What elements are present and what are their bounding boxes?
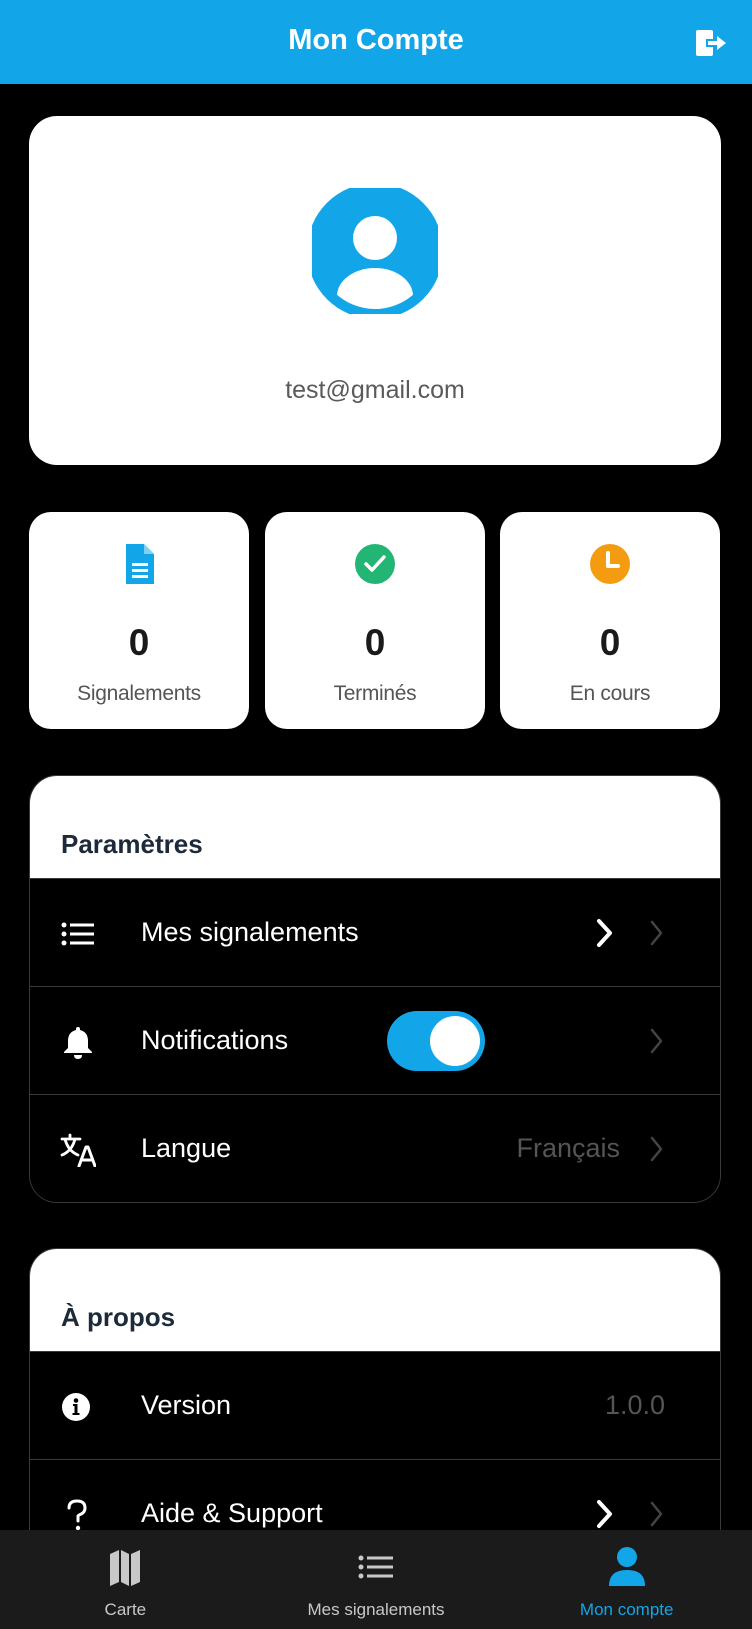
about-header: À propos (30, 1249, 720, 1351)
chevron-right-icon (597, 1500, 612, 1528)
person-icon (608, 1547, 645, 1586)
chevron-right-icon (650, 1028, 663, 1054)
stat-value: 0 (364, 622, 386, 663)
tab-label: Mon compte (579, 1600, 674, 1619)
chevron-right-icon (650, 1136, 663, 1162)
chevron-right-icon (597, 919, 612, 947)
page-title: Mon Compte (288, 24, 464, 56)
logout-icon[interactable] (694, 28, 728, 58)
user-avatar-icon (312, 188, 438, 314)
settings-item-label: Notifications (141, 1025, 289, 1055)
translate-icon (60, 1133, 96, 1167)
stat-card-en-cours: 0 En cours (500, 512, 720, 729)
settings-item-label: Mes signalements (141, 917, 359, 947)
user-email: test@gmail.com (285, 376, 465, 404)
section-title: À propos (61, 1302, 176, 1332)
chevron-right-icon (650, 920, 663, 946)
document-icon (126, 544, 154, 584)
info-icon (62, 1393, 90, 1421)
about-item-label: Aide & Support (141, 1498, 323, 1528)
app-header: Mon Compte (0, 0, 752, 84)
section-title: Paramètres (61, 829, 203, 859)
tab-label: Mes signalements (307, 1600, 445, 1619)
tab-label: Carte (104, 1600, 147, 1619)
stat-label: Terminés (333, 682, 417, 705)
help-icon (67, 1499, 87, 1531)
chevron-right-icon (650, 1501, 663, 1527)
settings-card: Paramètres Mes signalements Notification… (29, 775, 721, 1203)
bottom-tab-bar: Carte Mes signalements Mon compte (0, 1530, 752, 1629)
stat-value: 0 (128, 622, 150, 663)
stat-label: En cours (569, 682, 651, 705)
profile-card: test@gmail.com (29, 116, 721, 465)
bell-icon (64, 1027, 92, 1059)
list-icon (358, 1555, 393, 1579)
settings-header: Paramètres (30, 776, 720, 878)
clock-icon (590, 544, 630, 584)
language-value: Français (516, 1133, 620, 1163)
stat-card-termines: 0 Terminés (265, 512, 485, 729)
tab-mon-compte[interactable]: Mon compte (501, 1530, 752, 1629)
list-icon (61, 922, 94, 946)
settings-item-notifications[interactable]: Notifications (30, 986, 720, 1094)
tab-carte[interactable]: Carte (0, 1530, 251, 1629)
settings-item-langue[interactable]: Langue Français (30, 1094, 720, 1202)
settings-item-label: Langue (141, 1133, 232, 1163)
stat-card-signalements: 0 Signalements (29, 512, 249, 729)
map-icon (110, 1550, 141, 1586)
about-item-version: Version 1.0.0 (30, 1351, 720, 1459)
check-circle-icon (355, 544, 395, 584)
notifications-toggle[interactable] (387, 1011, 485, 1071)
settings-item-mes-signalements[interactable]: Mes signalements (30, 878, 720, 986)
stat-label: Signalements (77, 682, 201, 705)
version-value: 1.0.0 (604, 1390, 665, 1420)
tab-mes-signalements[interactable]: Mes signalements (251, 1530, 502, 1629)
toggle-knob (430, 1016, 480, 1066)
stat-value: 0 (599, 622, 621, 663)
about-item-label: Version (141, 1390, 232, 1420)
